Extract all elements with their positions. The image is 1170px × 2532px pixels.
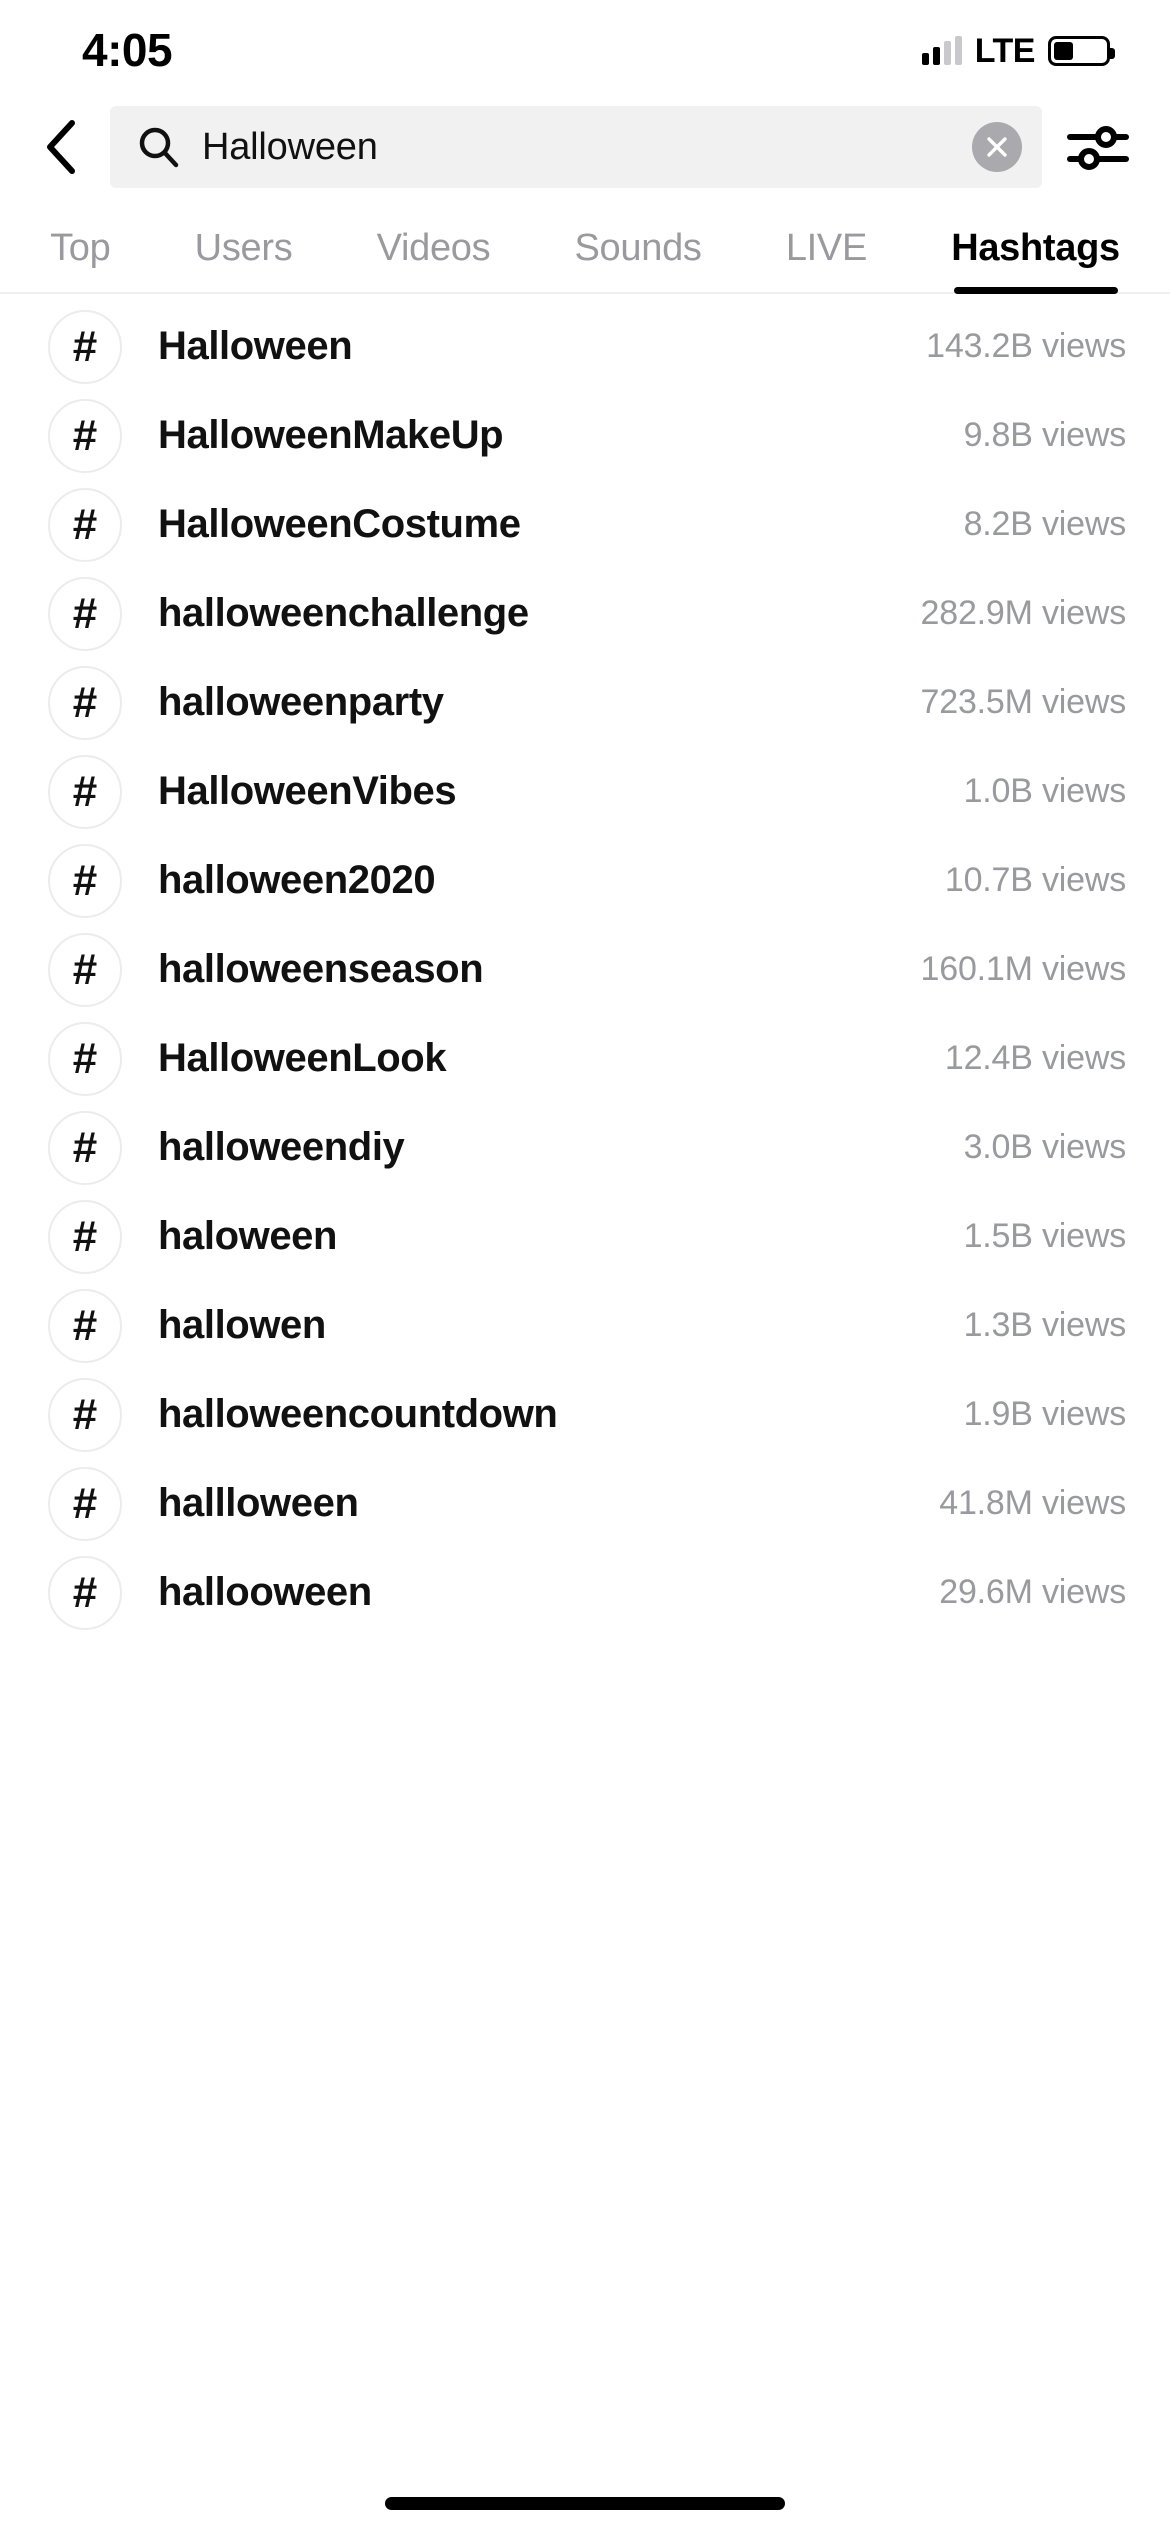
search-header: Halloween [0, 92, 1170, 202]
search-input-value: Halloween [202, 125, 378, 168]
hashtag-results-list: # Halloween 143.2B views # HalloweenMake… [0, 294, 1170, 1637]
hashtag-name: halloweenchallenge [158, 591, 529, 635]
hashtag-icon: # [48, 398, 122, 473]
search-icon [138, 126, 180, 168]
search-result-tabs: Top Users Videos Sounds LIVE Hashtags [0, 202, 1170, 294]
tab-top[interactable]: Top [8, 227, 153, 292]
hashtag-views: 1.3B views [963, 1306, 1127, 1344]
tab-live[interactable]: LIVE [744, 227, 909, 292]
hashtag-row[interactable]: # HalloweenMakeUp 9.8B views [0, 391, 1170, 480]
sliders-filter-icon[interactable] [1062, 111, 1134, 183]
hashtag-views: 1.9B views [963, 1395, 1127, 1433]
hashtag-row[interactable]: # hallloween 41.8M views [0, 1459, 1170, 1548]
hashtag-icon: # [48, 1555, 122, 1630]
hashtag-icon: # [48, 1021, 122, 1096]
hashtag-views: 723.5M views [920, 683, 1127, 721]
hashtag-name: hallooween [158, 1570, 372, 1614]
hashtag-icon: # [48, 1288, 122, 1363]
hashtag-views: 143.2B views [926, 327, 1126, 365]
hashtag-row[interactable]: # halloweencountdown 1.9B views [0, 1370, 1170, 1459]
hashtag-name: HalloweenLook [158, 1036, 447, 1080]
hashtag-name: halloweenparty [158, 680, 444, 724]
hashtag-row[interactable]: # Halloween 143.2B views [0, 302, 1170, 391]
hashtag-row[interactable]: # hallowen 1.3B views [0, 1281, 1170, 1370]
tab-hashtags[interactable]: Hashtags [909, 227, 1162, 292]
hashtag-name: HalloweenCostume [158, 502, 521, 546]
home-indicator [385, 2497, 785, 2510]
hashtag-views: 3.0B views [963, 1128, 1127, 1166]
hashtag-name: hallloween [158, 1481, 359, 1525]
tab-users[interactable]: Users [153, 227, 335, 292]
hashtag-views: 41.8M views [939, 1484, 1126, 1522]
hashtag-views: 8.2B views [963, 505, 1127, 543]
battery-icon [1048, 36, 1115, 66]
hashtag-name: hallowen [158, 1303, 326, 1347]
hashtag-views: 12.4B views [944, 1039, 1126, 1077]
hashtag-icon: # [48, 1466, 122, 1541]
tab-videos[interactable]: Videos [335, 227, 533, 292]
hashtag-row[interactable]: # HalloweenLook 12.4B views [0, 1014, 1170, 1103]
hashtag-row[interactable]: # halloweendiy 3.0B views [0, 1103, 1170, 1192]
hashtag-icon: # [48, 932, 122, 1007]
hashtag-name: Halloween [158, 324, 353, 368]
hashtag-icon: # [48, 576, 122, 651]
hashtag-views: 29.6M views [939, 1573, 1126, 1611]
hashtag-row[interactable]: # halloweenchallenge 282.9M views [0, 569, 1170, 658]
hashtag-name: halloweendiy [158, 1125, 405, 1169]
hashtag-row[interactable]: # haloween 1.5B views [0, 1192, 1170, 1281]
hashtag-views: 160.1M views [920, 950, 1127, 988]
hashtag-views: 1.0B views [963, 772, 1127, 810]
close-circle-icon[interactable] [972, 122, 1022, 172]
hashtag-icon: # [48, 843, 122, 918]
signal-bars-icon [921, 36, 962, 65]
hashtag-row[interactable]: # HalloweenVibes 1.0B views [0, 747, 1170, 836]
hashtag-views: 282.9M views [920, 594, 1127, 632]
hashtag-name: HalloweenMakeUp [158, 413, 504, 457]
hashtag-icon: # [48, 754, 122, 829]
status-bar-time: 4:05 [82, 24, 173, 76]
hashtag-icon: # [48, 1110, 122, 1185]
hashtag-views: 10.7B views [944, 861, 1126, 899]
search-input[interactable]: Halloween [110, 106, 1042, 188]
network-type-label: LTE [974, 31, 1036, 70]
hashtag-row[interactable]: # halloweenparty 723.5M views [0, 658, 1170, 747]
hashtag-row[interactable]: # hallooween 29.6M views [0, 1548, 1170, 1637]
hashtag-row[interactable]: # HalloweenCostume 8.2B views [0, 480, 1170, 569]
hashtag-views: 9.8B views [963, 416, 1127, 454]
hashtag-name: HalloweenVibes [158, 769, 457, 813]
hashtag-name: halloween2020 [158, 858, 436, 902]
hashtag-row[interactable]: # halloween2020 10.7B views [0, 836, 1170, 925]
hashtag-icon: # [48, 1199, 122, 1274]
hashtag-name: haloween [158, 1214, 338, 1258]
tab-sounds[interactable]: Sounds [532, 227, 743, 292]
hashtag-name: halloweencountdown [158, 1392, 558, 1436]
hashtag-views: 1.5B views [963, 1217, 1127, 1255]
hashtag-row[interactable]: # halloweenseason 160.1M views [0, 925, 1170, 1014]
back-button[interactable] [34, 119, 90, 175]
hashtag-name: halloweenseason [158, 947, 484, 991]
hashtag-icon: # [48, 487, 122, 562]
hashtag-icon: # [48, 1377, 122, 1452]
hashtag-icon: # [48, 665, 122, 740]
hashtag-icon: # [48, 309, 122, 384]
status-bar: 4:05 LTE [0, 0, 1170, 92]
status-bar-indicators: LTE [921, 31, 1115, 71]
